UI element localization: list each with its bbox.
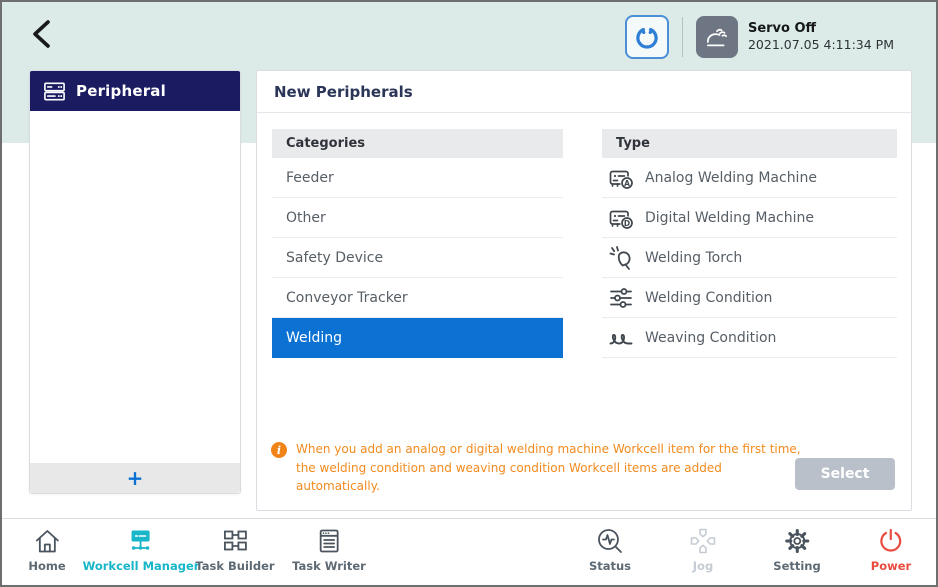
peripheral-panel-title: Peripheral: [76, 82, 166, 100]
type-row-welding-torch[interactable]: Welding Torch: [602, 238, 897, 278]
category-row-other[interactable]: Other: [272, 198, 563, 238]
nav-item-jog[interactable]: Jog: [688, 526, 718, 573]
type-row-welding-condition[interactable]: Welding Condition: [602, 278, 897, 318]
info-text: When you add an analog or digital weldin…: [296, 440, 805, 496]
nav-item-workcell-manager[interactable]: Workcell Manager: [83, 526, 200, 573]
nav-item-home[interactable]: Home: [28, 526, 65, 573]
nav-label: Task Writer: [292, 559, 366, 573]
type-header: Type: [602, 129, 897, 158]
info-icon: i: [271, 442, 287, 458]
nav-item-task-writer[interactable]: Task Writer: [292, 526, 366, 573]
select-button[interactable]: Select: [795, 458, 895, 490]
type-column: Type A Analog Welding Machine D Digital …: [602, 129, 897, 358]
svg-text:A: A: [624, 178, 630, 187]
type-row-digital-welding-machine[interactable]: D Digital Welding Machine: [602, 198, 897, 238]
categories-column: Categories Feeder Other Safety Device Co…: [272, 129, 563, 358]
recovery-circle-icon: [634, 24, 660, 50]
status-icon: [595, 526, 625, 556]
category-row-safety-device[interactable]: Safety Device: [272, 238, 563, 278]
svg-text:D: D: [624, 218, 630, 227]
type-label: Weaving Condition: [645, 330, 776, 346]
peripheral-stack-icon: [43, 80, 66, 103]
divider: [682, 17, 683, 57]
bottom-navigation: Home Workcell Manager Task Builder Task …: [2, 518, 936, 585]
type-label: Welding Condition: [645, 290, 772, 306]
type-row-weaving-condition[interactable]: Weaving Condition: [602, 318, 897, 358]
nav-item-setting[interactable]: Setting: [773, 526, 820, 573]
panel-title: New Peripherals: [274, 83, 413, 101]
jog-icon: [688, 526, 718, 556]
task-writer-icon: [314, 526, 344, 556]
servo-status: Servo Off: [748, 20, 894, 38]
servo-status-block: Servo Off 2021.07.05 4:11:34 PM: [748, 20, 894, 54]
back-icon: [30, 19, 54, 49]
category-row-feeder[interactable]: Feeder: [272, 158, 563, 198]
pendant-screen: Servo Off 2021.07.05 4:11:34 PM Peripher…: [0, 0, 938, 587]
nav-item-power[interactable]: Power: [871, 526, 911, 573]
category-row-welding[interactable]: Welding: [272, 318, 563, 358]
recovery-button[interactable]: [625, 15, 669, 59]
analog-welding-machine-icon: A: [608, 165, 634, 191]
timestamp: 2021.07.05 4:11:34 PM: [748, 37, 894, 54]
home-icon: [32, 526, 62, 556]
type-row-analog-welding-machine[interactable]: A Analog Welding Machine: [602, 158, 897, 198]
welding-condition-icon: [608, 285, 634, 311]
nav-label: Power: [871, 559, 911, 573]
nav-label: Setting: [773, 559, 820, 573]
add-peripheral-button[interactable]: +: [30, 463, 240, 493]
peripheral-item-list: [30, 111, 240, 463]
plus-icon: +: [127, 468, 144, 488]
nav-label: Task Builder: [195, 559, 274, 573]
category-row-conveyor-tracker[interactable]: Conveyor Tracker: [272, 278, 563, 318]
digital-welding-machine-icon: D: [608, 205, 634, 231]
panel-title-bar: New Peripherals: [257, 71, 911, 113]
peripheral-panel: Peripheral +: [29, 70, 241, 494]
robot-hand-icon: [696, 16, 738, 58]
nav-label: Home: [28, 559, 65, 573]
type-label: Analog Welding Machine: [645, 170, 817, 186]
nav-item-status[interactable]: Status: [589, 526, 631, 573]
top-right-controls: Servo Off 2021.07.05 4:11:34 PM: [625, 15, 894, 59]
info-message: i When you add an analog or digital weld…: [271, 440, 805, 496]
back-button[interactable]: [24, 15, 60, 53]
nav-label: Workcell Manager: [83, 559, 200, 573]
power-icon: [876, 526, 906, 556]
nav-item-task-builder[interactable]: Task Builder: [195, 526, 274, 573]
type-label: Welding Torch: [645, 250, 742, 266]
welding-torch-icon: [608, 245, 634, 271]
peripheral-panel-header: Peripheral: [30, 71, 240, 111]
nav-label: Status: [589, 559, 631, 573]
workcell-manager-icon: [126, 526, 156, 556]
weaving-condition-icon: [608, 325, 634, 351]
categories-header: Categories: [272, 129, 563, 158]
nav-label: Jog: [693, 559, 713, 573]
setting-icon: [782, 526, 812, 556]
task-builder-icon: [220, 526, 250, 556]
new-peripherals-panel: New Peripherals Categories Feeder Other …: [256, 70, 912, 511]
type-label: Digital Welding Machine: [645, 210, 814, 226]
